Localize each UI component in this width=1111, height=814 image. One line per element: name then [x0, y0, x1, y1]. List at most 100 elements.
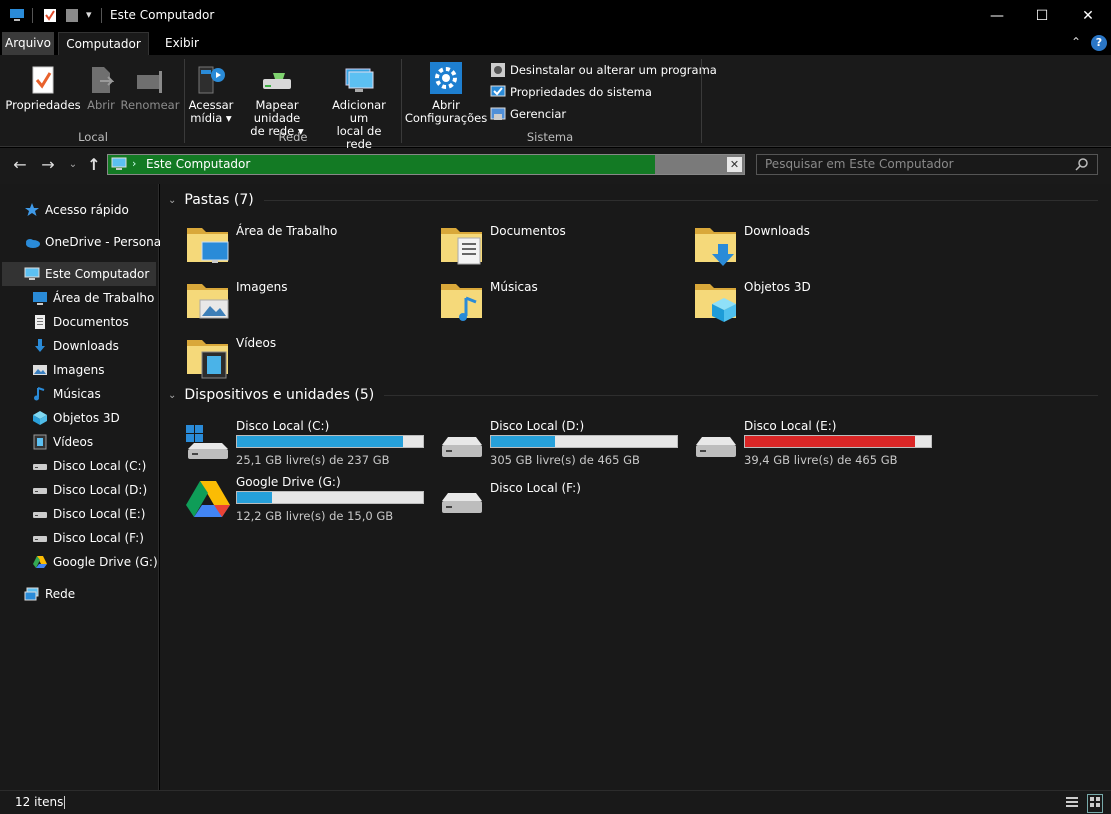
add-network-location-icon — [342, 61, 376, 95]
recent-locations-chevron-icon[interactable]: ⌄ — [63, 154, 83, 174]
star-icon — [24, 202, 40, 218]
nav-item-este-computador[interactable]: Este Computador — [2, 262, 156, 286]
nav-item[interactable]: Vídeos — [32, 430, 93, 454]
this-pc-icon — [24, 266, 40, 282]
divider — [701, 59, 702, 143]
nav-item[interactable]: Downloads — [32, 334, 119, 358]
large-icons-view-icon[interactable] — [1087, 794, 1103, 813]
divider — [64, 796, 65, 809]
gerenciar-button[interactable]: Gerenciar — [490, 103, 566, 125]
nav-item-acesso-rapido[interactable]: Acesso rápido — [24, 198, 129, 222]
drive-tile[interactable]: Disco Local (E:) 39,4 GB livre(s) de 465 … — [692, 415, 946, 475]
drive-icon — [32, 458, 48, 474]
folder-tile[interactable]: Vídeos — [184, 332, 438, 388]
properties-icon[interactable] — [43, 8, 57, 22]
this-pc-icon — [9, 8, 24, 22]
nav-item[interactable]: Disco Local (F:) — [32, 526, 144, 550]
customize-quick-access-icon[interactable]: ▾ — [86, 8, 92, 21]
nav-item[interactable]: Objetos 3D — [32, 406, 120, 430]
abrir-configuracoes-button[interactable]: Abrir Configurações — [405, 61, 487, 125]
help-icon[interactable]: ? — [1091, 35, 1107, 51]
folder-label: Objetos 3D — [744, 280, 811, 294]
3d-objects-folder-icon — [692, 276, 740, 324]
propriedades-button[interactable]: Propriedades — [5, 61, 81, 112]
drive-label: Disco Local (C:) — [236, 419, 330, 433]
folder-tile[interactable]: Documentos — [438, 220, 692, 276]
folder-tile[interactable]: Área de Trabalho — [184, 220, 438, 276]
adicionar-local-rede-button[interactable]: Adicionar um local de rede — [322, 61, 396, 151]
status-bar: 12 itens — [0, 790, 1111, 814]
group-label-rede: Rede — [278, 130, 308, 144]
folder-label: Vídeos — [236, 336, 277, 350]
network-icon — [24, 586, 40, 602]
drive-free-space: 12,2 GB livre(s) de 15,0 GB — [236, 509, 394, 523]
drive-free-space: 25,1 GB livre(s) de 237 GB — [236, 453, 390, 467]
nav-item[interactable]: Músicas — [32, 382, 101, 406]
details-view-icon[interactable] — [1065, 795, 1079, 812]
tab-arquivo[interactable]: Arquivo — [2, 32, 54, 55]
drive-tile[interactable]: Disco Local (F:) — [438, 471, 692, 531]
group-label-sistema: Sistema — [526, 130, 574, 144]
search-input[interactable]: Pesquisar em Este Computador — [756, 154, 1098, 175]
divider — [384, 394, 1098, 396]
section-dispositivos[interactable]: ⌄ Dispositivos e unidades (5) — [168, 387, 1098, 403]
collapse-ribbon-icon[interactable]: ⌃ — [1071, 35, 1081, 49]
folder-tile[interactable]: Imagens — [184, 276, 438, 332]
up-arrow-icon[interactable]: ↑ — [84, 154, 104, 174]
nav-item-onedrive[interactable]: OneDrive - Personal — [24, 230, 164, 254]
close-button[interactable]: ✕ — [1065, 0, 1111, 32]
acessar-midia-button[interactable]: Acessar mídia ▾ — [188, 61, 234, 125]
maximize-button[interactable]: ☐ — [1019, 0, 1065, 32]
desinstalar-programa-button[interactable]: Desinstalar ou alterar um programa — [490, 59, 717, 81]
nav-item[interactable]: Disco Local (D:) — [32, 478, 147, 502]
folder-label: Downloads — [744, 224, 810, 238]
drive-label: Disco Local (D:) — [490, 419, 585, 433]
renomear-button[interactable]: Renomear — [121, 61, 179, 112]
folder-tile[interactable]: Objetos 3D — [692, 276, 946, 332]
divider — [263, 199, 1098, 201]
drive-tile[interactable]: Disco Local (C:) 25,1 GB livre(s) de 237 … — [184, 415, 438, 475]
folder-tile[interactable]: Músicas — [438, 276, 692, 332]
address-bar[interactable]: › Este Computador ✕ — [107, 154, 745, 175]
windows-drive-icon — [184, 419, 232, 467]
new-folder-icon[interactable] — [65, 8, 79, 22]
stop-icon[interactable]: ✕ — [727, 157, 742, 172]
section-pastas[interactable]: ⌄ Pastas (7) — [168, 192, 1098, 208]
drive-usage-bar — [744, 435, 932, 448]
item-count: 12 itens — [15, 795, 64, 809]
nav-item[interactable]: Disco Local (C:) — [32, 454, 146, 478]
divider — [101, 8, 102, 23]
downloads-icon — [32, 338, 48, 354]
media-icon — [194, 61, 228, 95]
forward-arrow-icon[interactable]: → — [38, 154, 58, 174]
music-folder-icon — [438, 276, 486, 324]
nav-item[interactable]: Imagens — [32, 358, 104, 382]
nav-item[interactable]: Documentos — [32, 310, 129, 334]
window-title: Este Computador — [110, 8, 215, 22]
breadcrumb-este-computador[interactable]: Este Computador — [146, 157, 250, 171]
propriedades-sistema-button[interactable]: Propriedades do sistema — [490, 81, 652, 103]
mapear-unidade-button[interactable]: Mapear unidade de rede ▾ — [234, 61, 320, 138]
nav-item-rede[interactable]: Rede — [24, 582, 75, 606]
ribbon-tabs: Arquivo Computador Exibir ⌃ ? — [0, 32, 1111, 55]
google-drive-icon — [32, 554, 48, 570]
minimize-button[interactable]: — — [974, 0, 1020, 32]
tab-exibir[interactable]: Exibir — [156, 32, 208, 55]
folder-tile[interactable]: Downloads — [692, 220, 946, 276]
back-arrow-icon[interactable]: ← — [10, 154, 30, 174]
drive-tile[interactable]: Disco Local (D:) 305 GB livre(s) de 465 G… — [438, 415, 692, 475]
nav-item[interactable]: Disco Local (E:) — [32, 502, 145, 526]
nav-item[interactable]: Área de Trabalho — [32, 286, 154, 310]
title-bar: ▾ Este Computador — ☐ ✕ — [0, 0, 1111, 32]
divider — [32, 8, 33, 23]
nav-item[interactable]: Google Drive (G:) — [32, 550, 158, 574]
ribbon: Propriedades Abrir Renomear Local Acessa… — [0, 55, 1111, 151]
abrir-button[interactable]: Abrir — [84, 61, 118, 112]
drive-tile[interactable]: Google Drive (G:) 12,2 GB livre(s) de 15,… — [184, 471, 438, 531]
folder-label: Documentos — [490, 224, 566, 238]
this-pc-icon — [111, 157, 127, 174]
divider — [184, 59, 185, 143]
tab-computador[interactable]: Computador — [58, 32, 149, 55]
divider — [401, 59, 402, 143]
drive-usage-bar — [236, 435, 424, 448]
